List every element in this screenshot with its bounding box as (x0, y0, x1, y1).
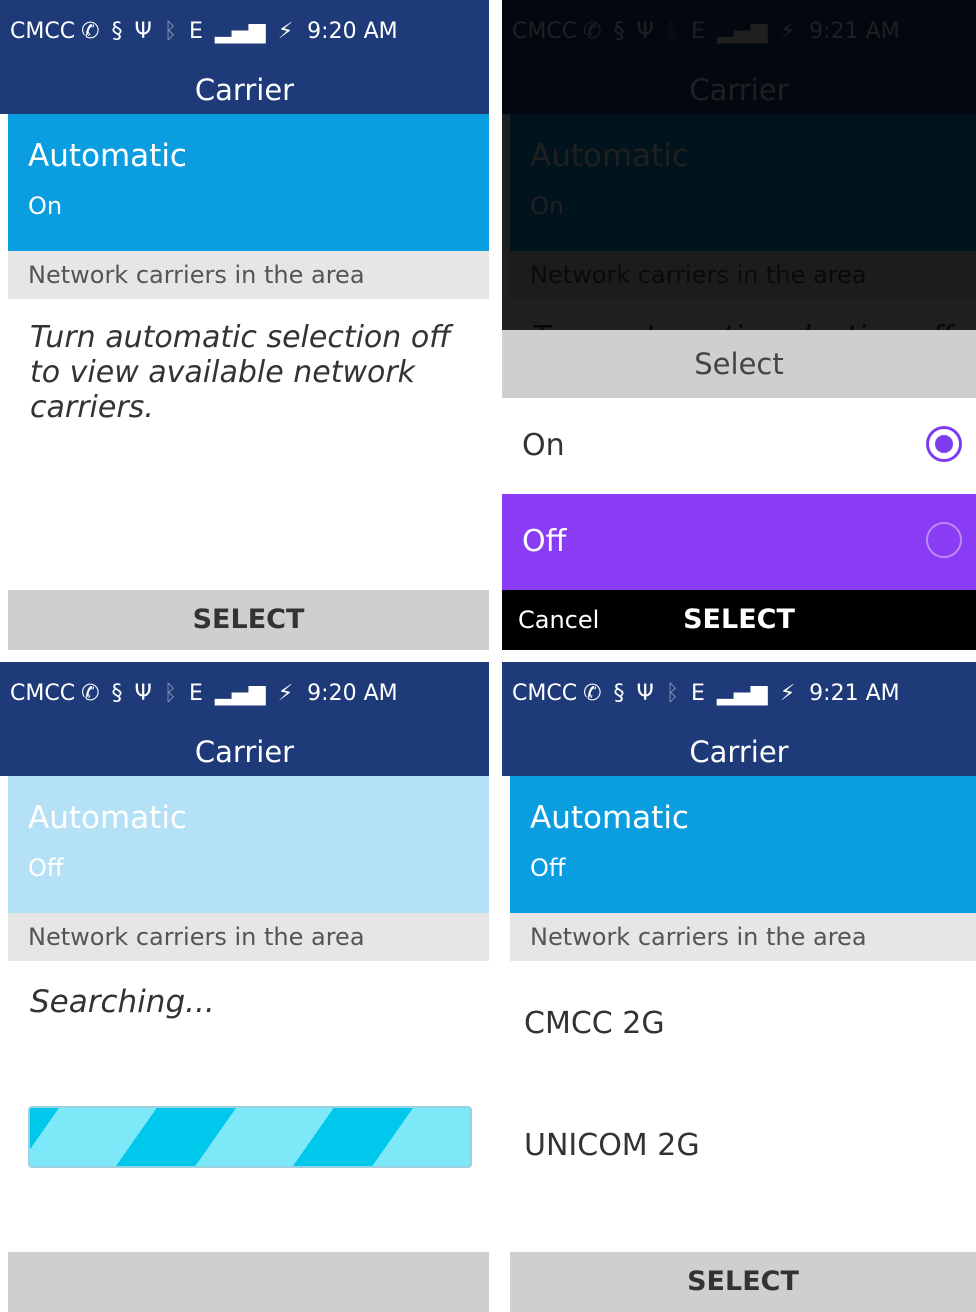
automatic-label: Automatic (28, 138, 187, 174)
usb-icon: Ψ (134, 680, 152, 706)
data-sync-icon: § (613, 680, 625, 706)
battery-charging-icon: ⚡ (277, 680, 294, 706)
radio-unselected-icon[interactable] (926, 522, 962, 558)
automatic-label: Automatic (530, 800, 689, 836)
clock: 9:20 AM (307, 18, 398, 44)
option-label: On (522, 428, 565, 463)
automatic-value: Off (28, 854, 64, 882)
page-title: Carrier (0, 730, 489, 776)
bluetooth-icon: ᛒ (665, 680, 680, 706)
hint-text: Turn automatic selection off to view ava… (30, 320, 451, 425)
screen-carrier-list: CMCC ✆ § Ψ ᛒ E ▂▄▆ ⚡ 9:21 AM Carrier Aut… (502, 662, 976, 1312)
usb-icon: Ψ (636, 680, 654, 706)
missed-call-icon: ✆ (81, 680, 100, 706)
network-type: E (189, 18, 203, 44)
clock: 9:20 AM (307, 680, 398, 706)
carrier-name: CMCC (10, 680, 76, 706)
network-carriers-header: Network carriers in the area (510, 913, 976, 961)
page-title: Carrier (0, 68, 489, 114)
automatic-label: Automatic (28, 800, 187, 836)
status-bar: CMCC ✆ § Ψ ᛒ E ▂▄▆ ⚡ 9:20 AM (0, 0, 489, 68)
automatic-setting-row: Automatic Off (8, 776, 489, 913)
missed-call-icon: ✆ (81, 18, 100, 44)
data-sync-icon: § (111, 680, 123, 706)
carrier-name: CMCC (10, 18, 76, 44)
option-on[interactable]: On (502, 398, 976, 494)
select-softkey[interactable]: SELECT (510, 1252, 976, 1312)
carrier-name: CMCC (512, 680, 578, 706)
softkey-bar (8, 1252, 489, 1312)
status-bar: CMCC ✆ § Ψ ᛒ E ▂▄▆ ⚡ 9:20 AM (0, 662, 489, 730)
option-off[interactable]: Off (502, 494, 976, 590)
missed-call-icon: ✆ (583, 680, 602, 706)
usb-icon: Ψ (134, 18, 152, 44)
page-title: Carrier (502, 730, 976, 776)
dialog-softkeys: Cancel SELECT (502, 590, 976, 650)
select-softkey[interactable]: SELECT (683, 604, 795, 635)
carrier-item-cmcc-2g[interactable]: CMCC 2G (524, 1006, 665, 1041)
network-type: E (189, 680, 203, 706)
status-bar: CMCC ✆ § Ψ ᛒ E ▂▄▆ ⚡ 9:21 AM (502, 662, 976, 730)
signal-icon: ▂▄▆ (214, 680, 266, 706)
screen-automatic-on: CMCC ✆ § Ψ ᛒ E ▂▄▆ ⚡ 9:20 AM Carrier Aut… (0, 0, 489, 650)
dialog-overlay (502, 0, 976, 330)
cancel-softkey[interactable]: Cancel (518, 590, 599, 650)
signal-icon: ▂▄▆ (214, 18, 266, 44)
data-sync-icon: § (111, 18, 123, 44)
automatic-value: Off (530, 854, 566, 882)
battery-charging-icon: ⚡ (277, 18, 294, 44)
signal-icon: ▂▄▆ (716, 680, 768, 706)
carrier-item-unicom-2g[interactable]: UNICOM 2G (524, 1128, 700, 1163)
bluetooth-icon: ᛒ (163, 18, 178, 44)
option-label: Off (522, 524, 567, 559)
radio-selected-icon[interactable] (926, 426, 962, 462)
clock: 9:21 AM (809, 680, 900, 706)
screen-select-dialog: CMCC ✆ § Ψ ᛒ E ▂▄▆ ⚡ 9:21 AM Carrier Aut… (502, 0, 976, 650)
automatic-setting-row[interactable]: Automatic Off (510, 776, 976, 913)
screen-searching: CMCC ✆ § Ψ ᛒ E ▂▄▆ ⚡ 9:20 AM Carrier Aut… (0, 662, 489, 1312)
select-softkey[interactable]: SELECT (8, 590, 489, 650)
network-type: E (691, 680, 705, 706)
automatic-setting-row[interactable]: Automatic On (8, 114, 489, 251)
dialog-title: Select (502, 330, 976, 398)
network-carriers-header: Network carriers in the area (8, 913, 489, 961)
bluetooth-icon: ᛒ (163, 680, 178, 706)
searching-text: Searching... (30, 984, 215, 1020)
search-progress-bar (28, 1106, 472, 1168)
battery-charging-icon: ⚡ (779, 680, 796, 706)
automatic-value: On (28, 192, 63, 220)
network-carriers-header: Network carriers in the area (8, 251, 489, 299)
